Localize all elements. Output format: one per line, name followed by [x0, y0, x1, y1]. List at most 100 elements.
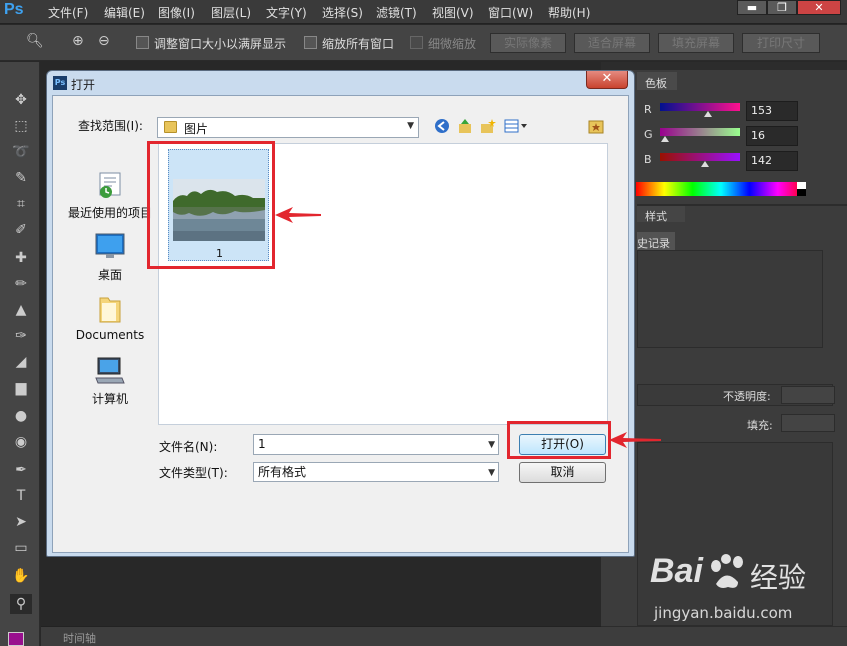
scrubby-zoom-checkbox[interactable]	[410, 36, 423, 49]
back-icon[interactable]	[433, 118, 451, 136]
file-name-input[interactable]: 1 ▼	[253, 434, 499, 455]
menu-edit[interactable]: 编辑(E)	[104, 4, 145, 21]
new-folder-icon[interactable]	[479, 118, 497, 136]
close-app-button[interactable]: ✕	[797, 0, 841, 15]
menu-filter[interactable]: 滤镜(T)	[376, 4, 417, 21]
options-bar: 🔍︎ ⊕ ⊖ 调整窗口大小以满屏显示 缩放所有窗口 细微缩放 实际像素 适合屏幕…	[0, 25, 847, 61]
open-dialog: Ps 打开 ✕ 查找范围(I): 图片 ▼ 最近使用的项目 桌面 Documen…	[46, 70, 635, 557]
place-desktop[interactable]: 桌面	[65, 232, 155, 283]
zoom-all-checkbox[interactable]	[304, 36, 317, 49]
blue-slider-thumb[interactable]	[700, 161, 709, 167]
place-recent[interactable]: 最近使用的项目	[65, 170, 155, 221]
up-folder-icon[interactable]	[456, 118, 474, 136]
dialog-close-button[interactable]: ✕	[586, 71, 628, 89]
path-select-icon[interactable]: ➤	[10, 512, 32, 532]
menu-image[interactable]: 图像(I)	[158, 4, 195, 21]
highlight-open-button-box	[507, 421, 611, 459]
fit-window-checkbox[interactable]	[136, 36, 149, 49]
timeline-label[interactable]: 时间轴	[63, 630, 96, 646]
gradient-icon[interactable]: ▆	[10, 378, 32, 398]
place-computer-label: 计算机	[91, 392, 128, 406]
pen-tool-icon[interactable]: ✒	[10, 460, 32, 480]
blue-label: B	[644, 153, 652, 166]
eyedropper-icon[interactable]: ✐	[10, 220, 32, 240]
view-menu-icon[interactable]	[503, 118, 529, 136]
chevron-down-icon[interactable]: ▼	[488, 436, 495, 455]
blue-value-input[interactable]: 142	[746, 151, 798, 171]
lasso-tool-icon[interactable]: ➰	[10, 142, 32, 162]
foreground-color-swatch[interactable]	[8, 632, 24, 646]
documents-folder-icon	[94, 294, 126, 324]
maximize-button[interactable]: ❐	[767, 0, 797, 15]
dialog-body: 查找范围(I): 图片 ▼ 最近使用的项目 桌面 Documents 计算机 1…	[52, 95, 629, 553]
type-tool-icon[interactable]: T	[10, 486, 32, 506]
tools-panel: ✥ ⬚ ➰ ✎ ⌗ ✐ ✚ ✏ ▲ ✑ ◢ ▆ ● ◉ ✒ T ➤ ▭ ✋ ⚲	[0, 62, 40, 646]
place-documents[interactable]: Documents	[65, 294, 155, 342]
menu-type[interactable]: 文字(Y)	[266, 4, 307, 21]
red-slider-thumb[interactable]	[704, 111, 712, 117]
photoshop-logo: Ps	[4, 1, 24, 18]
menu-view[interactable]: 视图(V)	[432, 4, 474, 21]
stamp-tool-icon[interactable]: ▲	[10, 300, 32, 320]
menu-layer[interactable]: 图层(L)	[211, 4, 251, 21]
green-slider[interactable]	[660, 128, 740, 136]
minimize-button[interactable]: ▬	[737, 0, 767, 15]
file-name-field-label: 文件名(N):	[159, 440, 218, 454]
marquee-tool-icon[interactable]: ⬚	[10, 116, 32, 136]
zoom-all-label: 缩放所有窗口	[322, 37, 395, 51]
menu-file[interactable]: 文件(F)	[48, 4, 88, 21]
dodge-tool-icon[interactable]: ◉	[10, 432, 32, 452]
healing-brush-icon[interactable]: ✚	[10, 248, 32, 268]
cancel-button[interactable]: 取消	[519, 462, 606, 483]
zoom-in-icon[interactable]: ⊕	[72, 33, 84, 49]
red-value-input[interactable]: 153	[746, 101, 798, 121]
zoom-tool-active-icon[interactable]: ⚲	[10, 594, 32, 614]
place-documents-label: Documents	[75, 328, 145, 342]
place-computer[interactable]: 计算机	[65, 356, 155, 407]
highlight-file-box	[147, 141, 275, 269]
arrow-left-icon	[609, 432, 661, 448]
fill-input[interactable]	[781, 414, 835, 432]
opacity-input[interactable]	[781, 386, 835, 404]
baidu-watermark: Bai 经验 jingyan.baidu.com	[650, 548, 830, 626]
scrubby-zoom-label: 细微缩放	[428, 37, 477, 51]
fit-window-label: 调整窗口大小以满屏显示	[154, 37, 287, 51]
folder-icon	[164, 121, 177, 133]
history-brush-icon[interactable]: ✑	[10, 326, 32, 346]
color-spectrum-bar[interactable]	[636, 182, 806, 196]
arrow-left-icon	[275, 207, 321, 223]
computer-icon	[94, 356, 126, 386]
black-white-swatch[interactable]	[797, 182, 806, 196]
zoom-out-icon[interactable]: ⊖	[98, 33, 110, 49]
menu-window[interactable]: 窗口(W)	[488, 4, 533, 21]
shape-tool-icon[interactable]: ▭	[10, 538, 32, 558]
blur-tool-icon[interactable]: ●	[10, 406, 32, 426]
crop-tool-icon[interactable]: ⌗	[10, 194, 32, 214]
file-type-select[interactable]: 所有格式 ▼	[253, 462, 499, 482]
green-slider-thumb[interactable]	[660, 136, 669, 142]
green-value-input[interactable]: 16	[746, 126, 798, 146]
zoom-tool-icon[interactable]: 🔍︎	[26, 33, 44, 49]
move-tool-icon[interactable]: ✥	[10, 90, 32, 110]
brush-tool-icon[interactable]: ✏	[10, 274, 32, 294]
quick-select-icon[interactable]: ✎	[10, 168, 32, 188]
photoshop-small-icon: Ps	[53, 76, 67, 90]
red-slider[interactable]	[660, 103, 740, 111]
opacity-label: 不透明度:	[723, 390, 771, 403]
print-size-button[interactable]: 打印尺寸	[742, 33, 820, 53]
green-label: G	[644, 128, 653, 141]
look-in-select[interactable]: 图片 ▼	[157, 117, 419, 138]
desktop-icon	[94, 232, 126, 262]
hand-tool-icon[interactable]: ✋	[10, 566, 32, 586]
eraser-icon[interactable]: ◢	[10, 352, 32, 372]
menu-help[interactable]: 帮助(H)	[548, 4, 590, 21]
places-bar: 最近使用的项目 桌面 Documents 计算机	[65, 142, 155, 520]
menu-select[interactable]: 选择(S)	[322, 4, 363, 21]
history-tab-label: 史记录	[637, 237, 670, 250]
baidu-jingyan-text: 经验	[750, 561, 807, 594]
fit-screen-button[interactable]: 适合屏幕	[574, 33, 650, 53]
bridge-icon[interactable]	[587, 118, 605, 136]
blue-slider[interactable]	[660, 153, 740, 161]
fill-screen-button[interactable]: 填充屏幕	[658, 33, 734, 53]
actual-pixels-button[interactable]: 实际像素	[490, 33, 566, 53]
